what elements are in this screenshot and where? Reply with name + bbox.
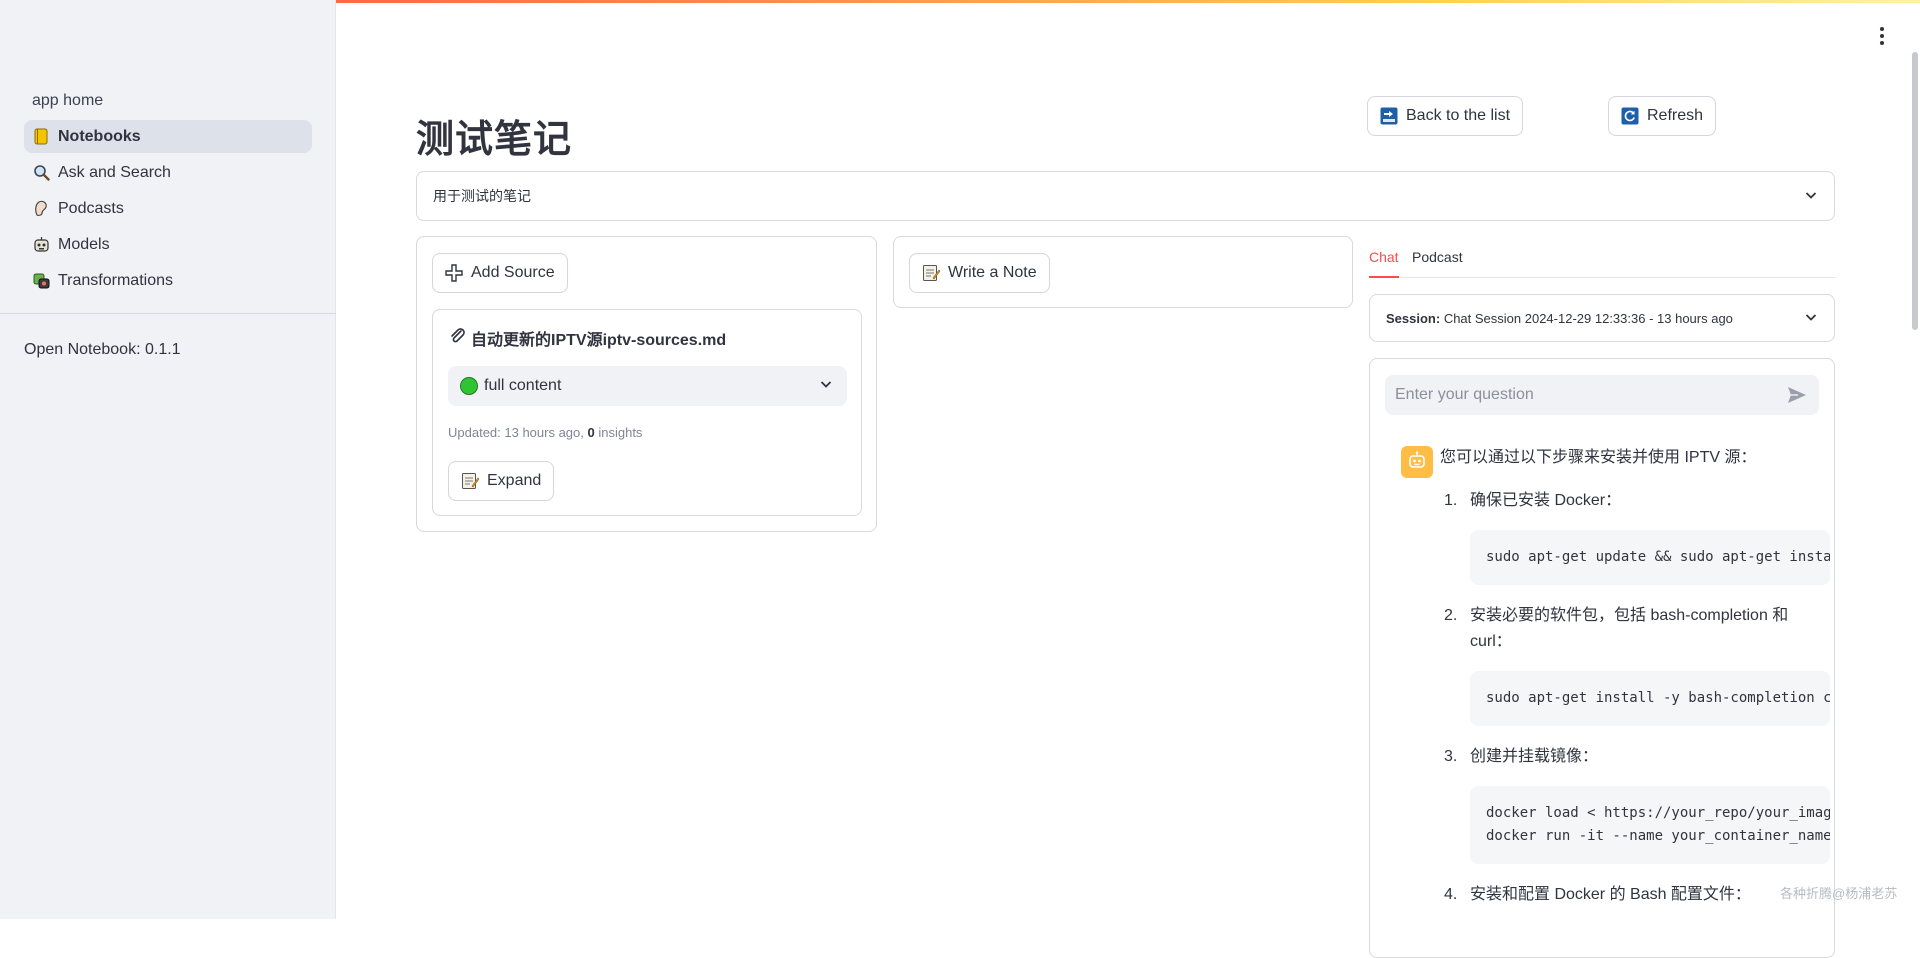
list-item: 1. 确保已安装 Docker： sudo apt-get update && … bbox=[1440, 488, 1830, 585]
sources-panel: Add Source 自动更新的IPTV源iptv-sources.md ful… bbox=[416, 236, 877, 532]
tab-podcast[interactable]: Podcast bbox=[1412, 245, 1463, 278]
paperclip-icon bbox=[449, 327, 467, 350]
sidebar-item-label: Ask and Search bbox=[58, 163, 171, 181]
notebook-icon bbox=[32, 128, 50, 146]
expand-source-button[interactable]: Expand bbox=[448, 461, 555, 501]
message-intro: 您可以通过以下步骤来安装并使用 IPTV 源： bbox=[1440, 449, 1757, 466]
assistant-message: 您可以通过以下步骤来安装并使用 IPTV 源： 1. 确保已安装 Docker：… bbox=[1440, 446, 1830, 908]
bot-avatar bbox=[1401, 446, 1433, 478]
sidebar-item-ask-and-search[interactable]: Ask and Search bbox=[24, 156, 312, 189]
session-label: Session: bbox=[1386, 310, 1441, 326]
chevron-down-icon bbox=[1804, 188, 1818, 205]
send-icon[interactable] bbox=[1787, 385, 1807, 405]
question-input[interactable] bbox=[1385, 375, 1819, 415]
chat-panel: 您可以通过以下步骤来安装并使用 IPTV 源： 1. 确保已安装 Docker：… bbox=[1369, 358, 1835, 958]
sidebar-item-label: Transformations bbox=[58, 271, 173, 289]
robot-icon bbox=[1407, 450, 1427, 475]
list-item: 4. 安装和配置 Docker 的 Bash 配置文件： bbox=[1440, 882, 1830, 908]
code-block[interactable]: sudo apt-get update && sudo apt-get inst… bbox=[1470, 530, 1830, 585]
write-note-button[interactable]: Write a Note bbox=[909, 253, 1050, 293]
session-expander[interactable]: Session: Chat Session 2024-12-29 12:33:3… bbox=[1369, 294, 1835, 342]
source-title: 自动更新的IPTV源iptv-sources.md bbox=[449, 326, 726, 350]
back-to-list-label: Back to the list bbox=[1406, 107, 1511, 124]
sidebar-item-label: Notebooks bbox=[58, 127, 141, 145]
sidebar-item-label: app home bbox=[32, 91, 104, 109]
code-block[interactable]: sudo apt-get install -y bash-completion … bbox=[1470, 671, 1830, 726]
steps-list: 1. 确保已安装 Docker： sudo apt-get update && … bbox=[1440, 488, 1830, 908]
sidebar-divider bbox=[0, 313, 336, 314]
robot-face-icon bbox=[32, 236, 50, 254]
step-text: 安装必要的软件包，包括 bash-completion 和 curl： bbox=[1470, 607, 1789, 650]
list-item: 2. 安装必要的软件包，包括 bash-completion 和 curl： s… bbox=[1440, 603, 1830, 726]
tab-chat[interactable]: Chat bbox=[1369, 245, 1399, 278]
page-scrollbar[interactable] bbox=[1912, 52, 1918, 330]
sidebar: app home Notebooks Ask and Search Podcas… bbox=[0, 0, 336, 919]
code-block[interactable]: docker load < https://your_repo/your_ima… bbox=[1470, 786, 1830, 864]
back-icon bbox=[1380, 107, 1398, 125]
chevron-down-icon bbox=[819, 377, 833, 396]
notebook-description: 用于测试的笔记 bbox=[433, 188, 531, 204]
main-menu-kebab-icon[interactable] bbox=[1874, 24, 1890, 48]
refresh-icon bbox=[1621, 107, 1639, 125]
status-green-dot-icon bbox=[460, 376, 478, 395]
sidebar-item-podcasts[interactable]: Podcasts bbox=[24, 192, 312, 225]
sidebar-nav: app home Notebooks Ask and Search Podcas… bbox=[24, 84, 312, 300]
memo-icon bbox=[922, 264, 940, 282]
refresh-button[interactable]: Refresh bbox=[1608, 96, 1717, 136]
add-source-button[interactable]: Add Source bbox=[432, 253, 568, 293]
source-card: 自动更新的IPTV源iptv-sources.md full content U… bbox=[432, 309, 862, 516]
chat-tabs: Chat Podcast bbox=[1369, 245, 1835, 278]
sidebar-item-label: Podcasts bbox=[58, 199, 124, 217]
sidebar-item-transformations[interactable]: Transformations bbox=[24, 264, 312, 297]
context-select-value: full content bbox=[484, 377, 562, 395]
refresh-label: Refresh bbox=[1647, 107, 1704, 124]
list-item: 3. 创建并挂载镜像： docker load < https://your_r… bbox=[1440, 744, 1830, 864]
expand-label: Expand bbox=[487, 472, 542, 489]
sidebar-item-notebooks[interactable]: Notebooks bbox=[24, 120, 312, 153]
watermark: 各种折腾@杨浦老苏 bbox=[1780, 886, 1898, 901]
write-note-label: Write a Note bbox=[948, 264, 1037, 281]
plus-icon bbox=[445, 264, 463, 282]
back-to-list-button[interactable]: Back to the list bbox=[1367, 96, 1524, 136]
transform-icon bbox=[32, 272, 50, 290]
sidebar-item-models[interactable]: Models bbox=[24, 228, 312, 261]
notes-panel: Write a Note bbox=[893, 236, 1353, 308]
source-meta: Updated: 13 hours ago, 0 insights bbox=[448, 425, 643, 440]
magnifier-icon bbox=[32, 164, 50, 182]
step-text: 创建并挂载镜像： bbox=[1470, 748, 1599, 765]
add-source-label: Add Source bbox=[471, 264, 555, 281]
sidebar-item-app-home[interactable]: app home bbox=[24, 84, 312, 117]
insights-count: 0 bbox=[587, 425, 595, 440]
notebook-description-expander[interactable]: 用于测试的笔记 bbox=[416, 171, 1835, 221]
source-title-text: 自动更新的IPTV源iptv-sources.md bbox=[471, 332, 727, 349]
sidebar-item-label: Models bbox=[58, 235, 110, 253]
session-value: Chat Session 2024-12-29 12:33:36 - 13 ho… bbox=[1443, 310, 1733, 326]
context-select[interactable]: full content bbox=[448, 366, 847, 406]
podcast-icon bbox=[32, 200, 50, 218]
step-text: 安装和配置 Docker 的 Bash 配置文件： bbox=[1470, 886, 1751, 903]
step-text: 确保已安装 Docker： bbox=[1470, 492, 1622, 509]
memo-icon bbox=[461, 472, 479, 490]
app-version: Open Notebook: 0.1.1 bbox=[24, 341, 181, 358]
page-title: 测试笔记 bbox=[416, 119, 573, 161]
chevron-down-icon bbox=[1804, 310, 1818, 327]
